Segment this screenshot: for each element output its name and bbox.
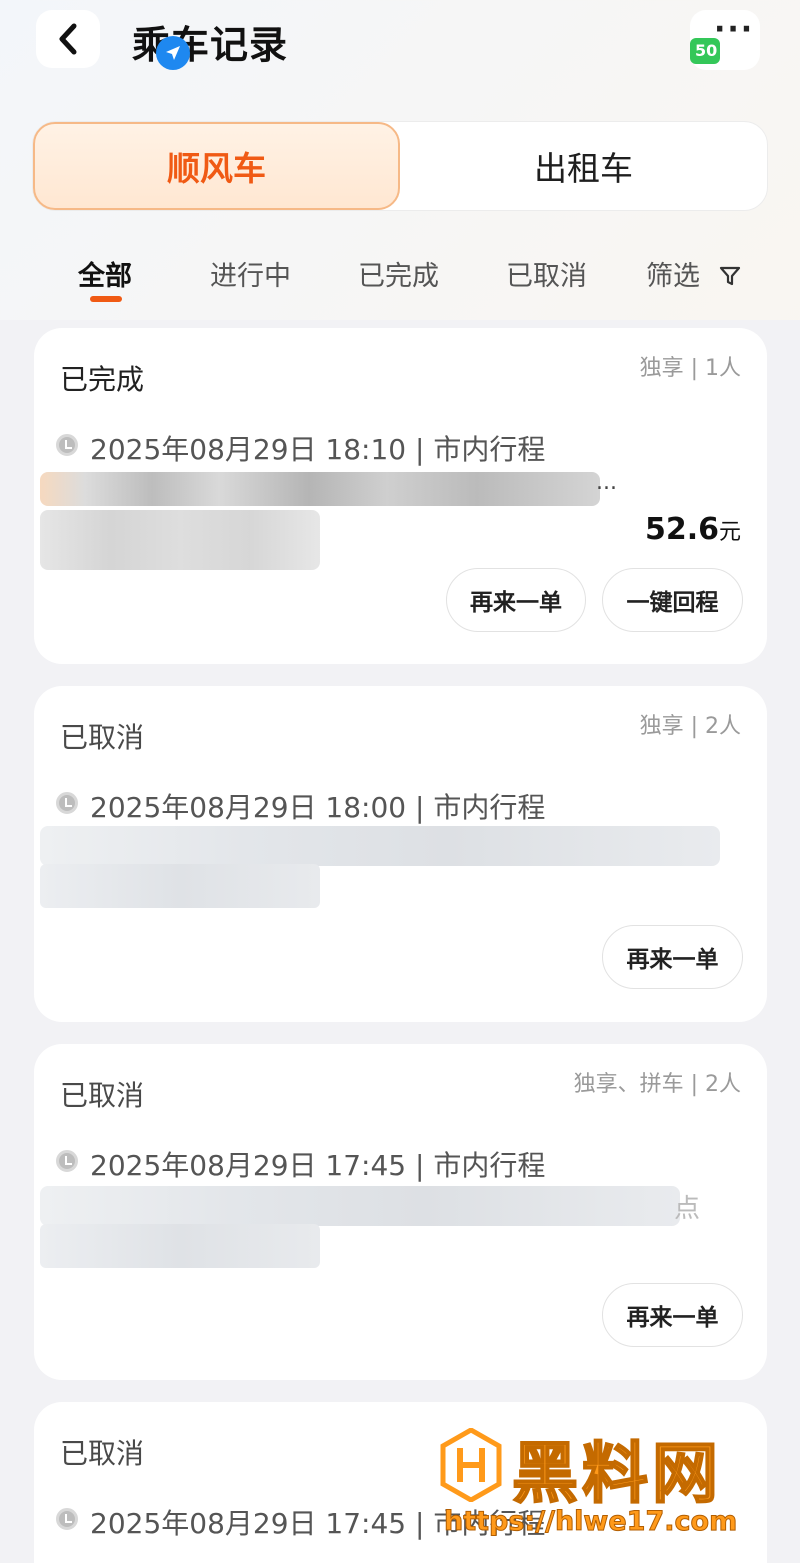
funnel-icon (719, 266, 740, 286)
order-card[interactable]: 已取消 独享 | 2人 2025年08月29日 18:00 | 市内行程 再来一… (34, 686, 767, 1022)
top-bar: 乘车记录 50 ··· (0, 0, 800, 80)
order-time: 2025年08月29日 18:10 | 市内行程 (90, 433, 546, 466)
price-currency: 元 (718, 520, 741, 545)
order-card[interactable]: 已完成 独享 | 1人 2025年08月29日 18:10 | 市内行程 ...… (34, 328, 767, 664)
navigation-arrow-icon (156, 36, 190, 70)
clock-icon (56, 1150, 78, 1172)
order-meta: 独享 | 1人 (639, 356, 741, 381)
filter-tabs: 全部 进行中 已完成 已取消 筛选 (0, 240, 800, 310)
watermark-url: https://hlwe17.com (443, 1506, 738, 1538)
order-meta: 独享 | 2人 (639, 714, 741, 739)
watermark: 黑料网 https://hlwe17.com (440, 1420, 780, 1540)
order-price: 52.6元 (645, 512, 741, 547)
address-tail: ... (596, 470, 617, 495)
segment-hitch-ride[interactable]: 顺风车 (33, 122, 400, 210)
order-time: 2025年08月29日 18:00 | 市内行程 (90, 791, 546, 824)
order-meta: 独享、拼车 | 2人 (573, 1072, 741, 1097)
segment-taxi[interactable]: 出租车 (400, 122, 767, 210)
clock-icon (56, 792, 78, 814)
watermark-logo-icon (440, 1428, 502, 1502)
redacted-address (40, 510, 320, 570)
redacted-address (40, 1224, 320, 1268)
order-status: 已完成 (60, 363, 145, 396)
tab-completed[interactable]: 已完成 (358, 254, 439, 293)
return-trip-button[interactable]: 一键回程 (602, 568, 743, 632)
clock-icon (56, 434, 78, 456)
tab-all[interactable]: 全部 (78, 254, 132, 293)
redacted-address (40, 1186, 680, 1226)
filter-label: 筛选 (646, 261, 700, 292)
order-status: 已取消 (60, 1079, 145, 1112)
active-tab-indicator (90, 296, 122, 302)
chevron-left-icon (59, 23, 77, 55)
redacted-address (40, 472, 600, 506)
clock-icon (56, 1508, 78, 1530)
order-status: 已取消 (60, 1437, 145, 1470)
reorder-button[interactable]: 再来一单 (602, 1283, 743, 1347)
price-value: 52.6 (644, 512, 719, 547)
order-time: 2025年08月29日 17:45 | 市内行程 (90, 1149, 546, 1182)
redacted-address (40, 864, 320, 908)
address-tail: 点 (674, 1194, 701, 1224)
reorder-button[interactable]: 再来一单 (446, 568, 586, 632)
watermark-brand: 黑料网 (511, 1434, 722, 1513)
tab-filter[interactable]: 筛选 (646, 254, 741, 293)
order-card[interactable]: 已取消 独享、拼车 | 2人 2025年08月29日 17:45 | 市内行程 … (34, 1044, 767, 1380)
more-dots-icon: ··· (714, 12, 755, 47)
tab-in-progress[interactable]: 进行中 (210, 254, 291, 293)
tab-cancelled[interactable]: 已取消 (506, 254, 587, 293)
back-button[interactable] (36, 10, 100, 68)
reorder-button[interactable]: 再来一单 (602, 925, 743, 989)
page-title: 乘车记录 (132, 23, 289, 67)
redacted-address (40, 826, 720, 866)
order-status: 已取消 (60, 721, 145, 754)
